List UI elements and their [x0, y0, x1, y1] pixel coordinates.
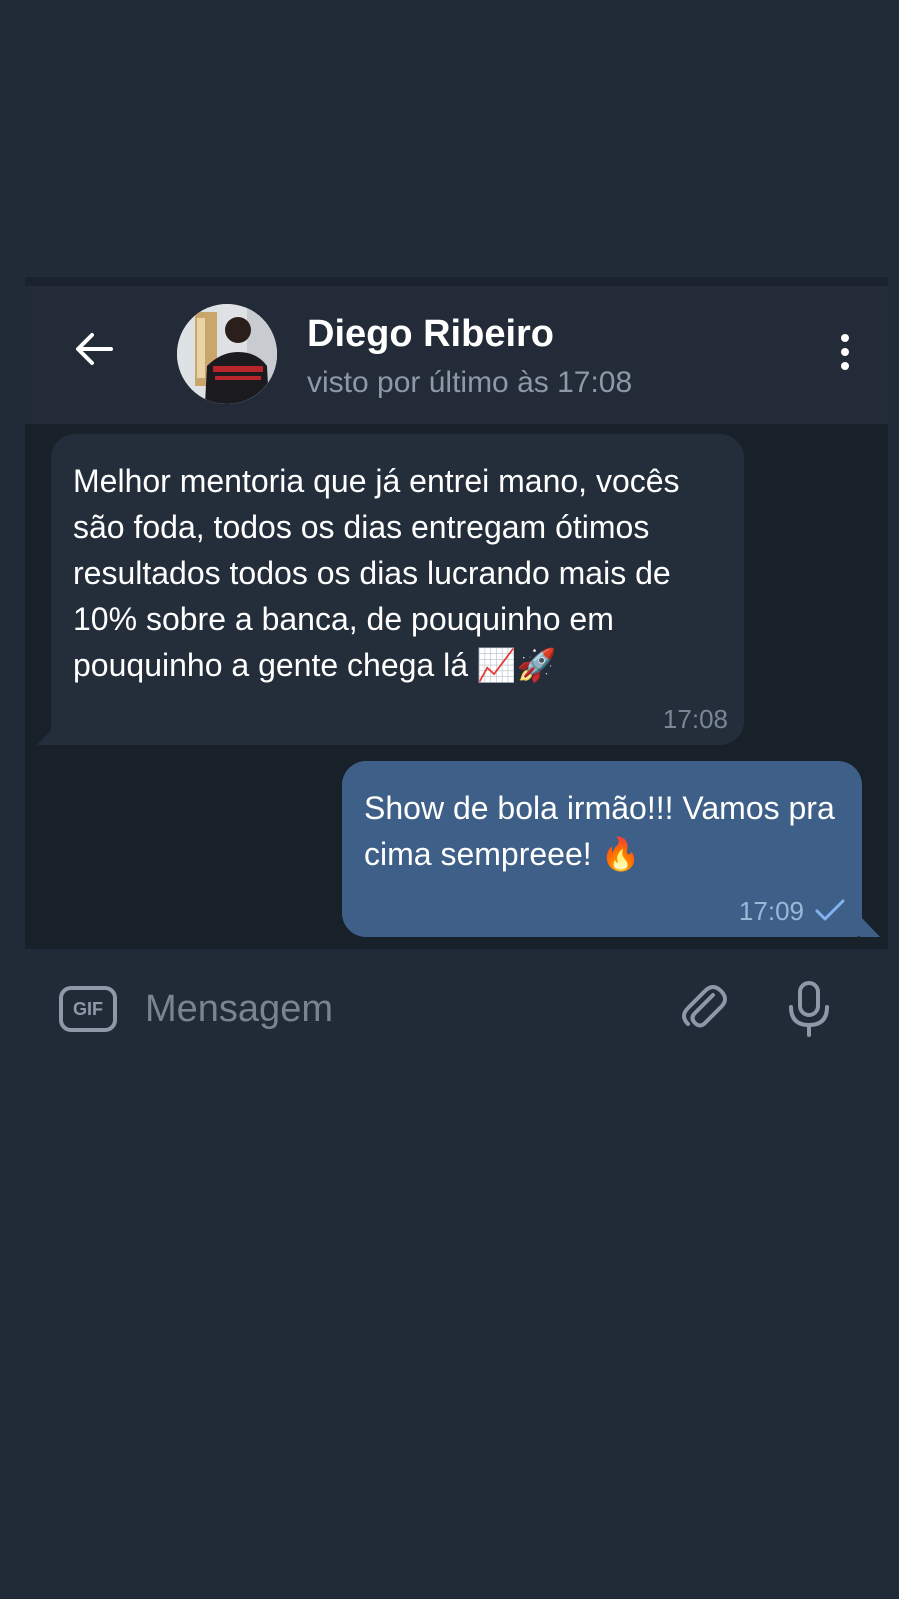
message-composer: GIF [25, 949, 888, 1064]
gif-icon[interactable]: GIF [59, 986, 117, 1032]
arrow-left-icon [76, 333, 113, 365]
paperclip-icon[interactable] [675, 979, 731, 1035]
window-top-edge [25, 277, 888, 286]
microphone-icon[interactable] [781, 979, 837, 1039]
message-text: Melhor mentoria que já entrei mano, você… [73, 463, 680, 683]
chat-header: Diego Ribeiro visto por último às 17:08 [25, 286, 888, 424]
avatar[interactable] [177, 304, 277, 404]
message-text: Show de bola irmão!!! Vamos pra cima sem… [364, 790, 835, 872]
contact-name[interactable]: Diego Ribeiro [307, 313, 554, 356]
more-vertical-icon [841, 334, 849, 342]
outgoing-message[interactable]: Show de bola irmão!!! Vamos pra cima sem… [342, 761, 862, 937]
avatar-photo [177, 304, 277, 404]
check-icon [815, 899, 845, 921]
outgoing-bubble-tail [860, 916, 880, 937]
message-time: 17:08 [662, 704, 728, 734]
back-button[interactable] [69, 324, 119, 374]
message-list[interactable]: Melhor mentoria que já entrei mano, você… [25, 424, 888, 949]
last-seen-status: visto por último às 17:08 [307, 366, 633, 399]
message-input[interactable] [145, 983, 645, 1035]
message-time: 17:09 [738, 896, 804, 926]
incoming-bubble-tail [37, 724, 57, 745]
more-options-button[interactable] [825, 324, 865, 380]
incoming-message[interactable]: Melhor mentoria que já entrei mano, você… [51, 434, 744, 745]
